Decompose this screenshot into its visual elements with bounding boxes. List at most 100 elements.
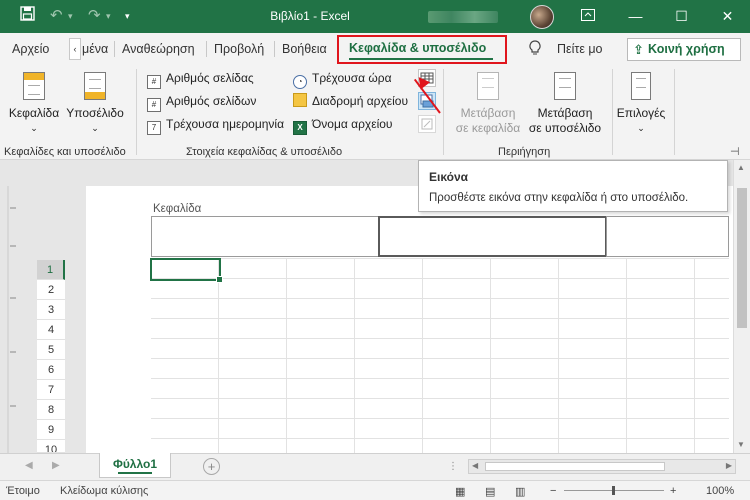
prev-sheet-icon[interactable]: ◀ <box>25 460 33 471</box>
excel-file-icon: X <box>293 121 307 135</box>
ribbon: Κεφαλίδα ⌄ Υποσέλιδο ⌄ Κεφαλίδες και υπο… <box>0 65 750 160</box>
tab-scroll-left-icon[interactable]: ‹ <box>69 38 81 60</box>
sheet-tabs-bar: ◀ ▶ Φύλλο1 + ⋮ ◀ ▶ <box>0 453 750 480</box>
number-of-pages-button[interactable]: # Αριθμός σελίδων <box>147 92 257 112</box>
scroll-left-icon[interactable]: ◀ <box>472 461 478 470</box>
zoom-in-icon[interactable]: + <box>670 485 676 497</box>
goto-header-icon <box>477 72 499 100</box>
scroll-down-icon[interactable]: ▼ <box>737 440 745 449</box>
vertical-scroll-thumb[interactable] <box>737 188 747 328</box>
options-icon <box>631 72 651 100</box>
tab-partial[interactable]: μένα <box>82 42 108 56</box>
horizontal-scroll-thumb[interactable] <box>485 462 665 471</box>
options-button[interactable]: Επιλογές ⌄ <box>616 72 666 136</box>
group-label-navigation: Περιήγηση <box>498 146 551 158</box>
page-number-icon: # <box>147 75 161 89</box>
row-header[interactable]: 2 <box>37 280 65 300</box>
row-header[interactable]: 9 <box>37 420 65 440</box>
current-date-button[interactable]: 7 Τρέχουσα ημερομηνία <box>147 115 285 135</box>
row-header[interactable]: 5 <box>37 340 65 360</box>
picture-tooltip: Εικόνα Προσθέστε εικόνα στην κεφαλίδα ή … <box>418 160 728 212</box>
close-button[interactable]: ✕ <box>705 0 750 33</box>
next-sheet-icon[interactable]: ▶ <box>52 460 60 471</box>
header-center-section[interactable] <box>378 216 607 257</box>
footer-button[interactable]: Υποσέλιδο ⌄ <box>64 72 126 136</box>
sheet-tab-active[interactable]: Φύλλο1 <box>99 453 171 478</box>
options-dropdown-icon: ⌄ <box>637 123 645 133</box>
row-header[interactable]: 10 <box>37 440 65 453</box>
group-label-headers-footers: Κεφαλίδες και υποσέλιδο <box>4 146 126 158</box>
group-label-elements: Στοιχεία κεφαλίδας & υποσέλιδο <box>186 146 343 158</box>
current-time-label: Τρέχουσα ώρα <box>312 71 392 85</box>
row-header[interactable]: 1 <box>37 260 65 280</box>
row-header[interactable]: 4 <box>37 320 65 340</box>
goto-footer-label-1: Μετάβαση <box>537 106 593 120</box>
ribbon-display-options-icon[interactable] <box>565 0 610 33</box>
header-area-label: Κεφαλίδα <box>153 203 202 215</box>
avatar[interactable] <box>530 5 554 29</box>
header-dropdown-icon: ⌄ <box>30 123 38 133</box>
goto-header-button[interactable]: Μετάβαση σε κεφαλίδα <box>452 72 524 136</box>
tooltip-title: Εικόνα <box>429 170 469 184</box>
add-sheet-button[interactable]: + <box>203 458 220 475</box>
file-path-button[interactable]: Διαδρομή αρχείου <box>293 92 408 110</box>
zoom-out-icon[interactable]: − <box>550 485 556 497</box>
horizontal-scrollbar[interactable]: ◀ ▶ <box>468 459 736 474</box>
window-title: Βιβλίο1 - Excel <box>270 9 350 23</box>
header-button[interactable]: Κεφαλίδα ⌄ <box>6 72 62 136</box>
tab-view[interactable]: Προβολή <box>214 42 264 56</box>
file-name-label: Όνομα αρχείου <box>312 117 393 131</box>
row-header[interactable]: 7 <box>37 380 65 400</box>
tab-file[interactable]: Αρχείο <box>12 42 49 56</box>
minimize-button[interactable]: — <box>613 0 658 33</box>
tell-me-input[interactable]: Πείτε μο <box>557 42 603 56</box>
pin-ribbon-icon[interactable]: ⊣ <box>730 145 740 158</box>
row-header[interactable]: 3 <box>37 300 65 320</box>
tab-header-footer[interactable]: Κεφαλίδα & υποσέλιδο <box>349 41 486 55</box>
page-break-view-icon[interactable]: ▥ <box>515 485 525 498</box>
normal-view-icon[interactable]: ▦ <box>455 485 465 498</box>
zoom-level[interactable]: 100% <box>706 485 734 497</box>
share-button[interactable]: ⇪ Κοινή χρήση <box>627 38 741 61</box>
goto-header-label-1: Μετάβαση <box>460 106 516 120</box>
current-time-button[interactable]: ◔ Τρέχουσα ώρα <box>293 69 392 89</box>
active-cell[interactable] <box>150 258 223 283</box>
goto-footer-icon <box>554 72 576 100</box>
header-right-section[interactable] <box>606 216 729 257</box>
clock-icon: ◔ <box>293 75 307 89</box>
share-icon: ⇪ <box>633 42 644 57</box>
status-bar: Έτοιμο Κλείδωμα κύλισης ▦ ▤ ▥ − + 100% <box>0 480 750 500</box>
cell-grid[interactable] <box>151 258 729 453</box>
page-number-button[interactable]: # Αριθμός σελίδας <box>147 69 254 89</box>
options-label: Επιλογές <box>616 106 666 120</box>
calendar-icon: 7 <box>147 121 161 135</box>
title-bar: ↶ ▾ ↷ ▾ ▾ Βιβλίο1 - Excel — ☐ ✕ <box>0 0 750 33</box>
scroll-right-icon[interactable]: ▶ <box>726 461 732 470</box>
footer-doc-icon <box>84 72 106 100</box>
page-number-label: Αριθμός σελίδας <box>166 71 254 85</box>
scroll-up-icon[interactable]: ▲ <box>737 163 745 172</box>
goto-footer-label-2: σε υποσέλιδο <box>528 121 602 135</box>
tab-help[interactable]: Βοήθεια <box>282 42 327 56</box>
zoom-slider-thumb[interactable] <box>612 486 615 495</box>
tooltip-description: Προσθέστε εικόνα στην κεφαλίδα ή στο υπο… <box>429 192 689 204</box>
file-name-button[interactable]: X Όνομα αρχείου <box>293 115 393 135</box>
row-header[interactable]: 6 <box>37 360 65 380</box>
page-layout-view-icon[interactable]: ▤ <box>485 485 495 498</box>
header-left-section[interactable] <box>151 216 379 257</box>
format-picture-icon[interactable] <box>418 115 436 133</box>
goto-header-label-2: σε κεφαλίδα <box>455 121 521 135</box>
account-name-blurred <box>428 11 498 23</box>
maximize-button[interactable]: ☐ <box>659 0 704 33</box>
vertical-scrollbar[interactable]: ▲ ▼ <box>733 160 750 453</box>
status-scroll-lock: Κλείδωμα κύλισης <box>60 485 149 497</box>
tab-split-handle-icon[interactable]: ⋮ <box>448 461 458 472</box>
goto-footer-button[interactable]: Μετάβαση σε υποσέλιδο <box>526 72 604 136</box>
row-header[interactable]: 8 <box>37 400 65 420</box>
number-of-pages-label: Αριθμός σελίδων <box>166 94 257 108</box>
tab-review[interactable]: Αναθεώρηση <box>122 42 195 56</box>
lightbulb-icon[interactable] <box>529 40 541 59</box>
file-path-label: Διαδρομή αρχείου <box>312 94 409 108</box>
left-ruler <box>0 186 30 453</box>
current-date-label: Τρέχουσα ημερομηνία <box>166 117 285 131</box>
